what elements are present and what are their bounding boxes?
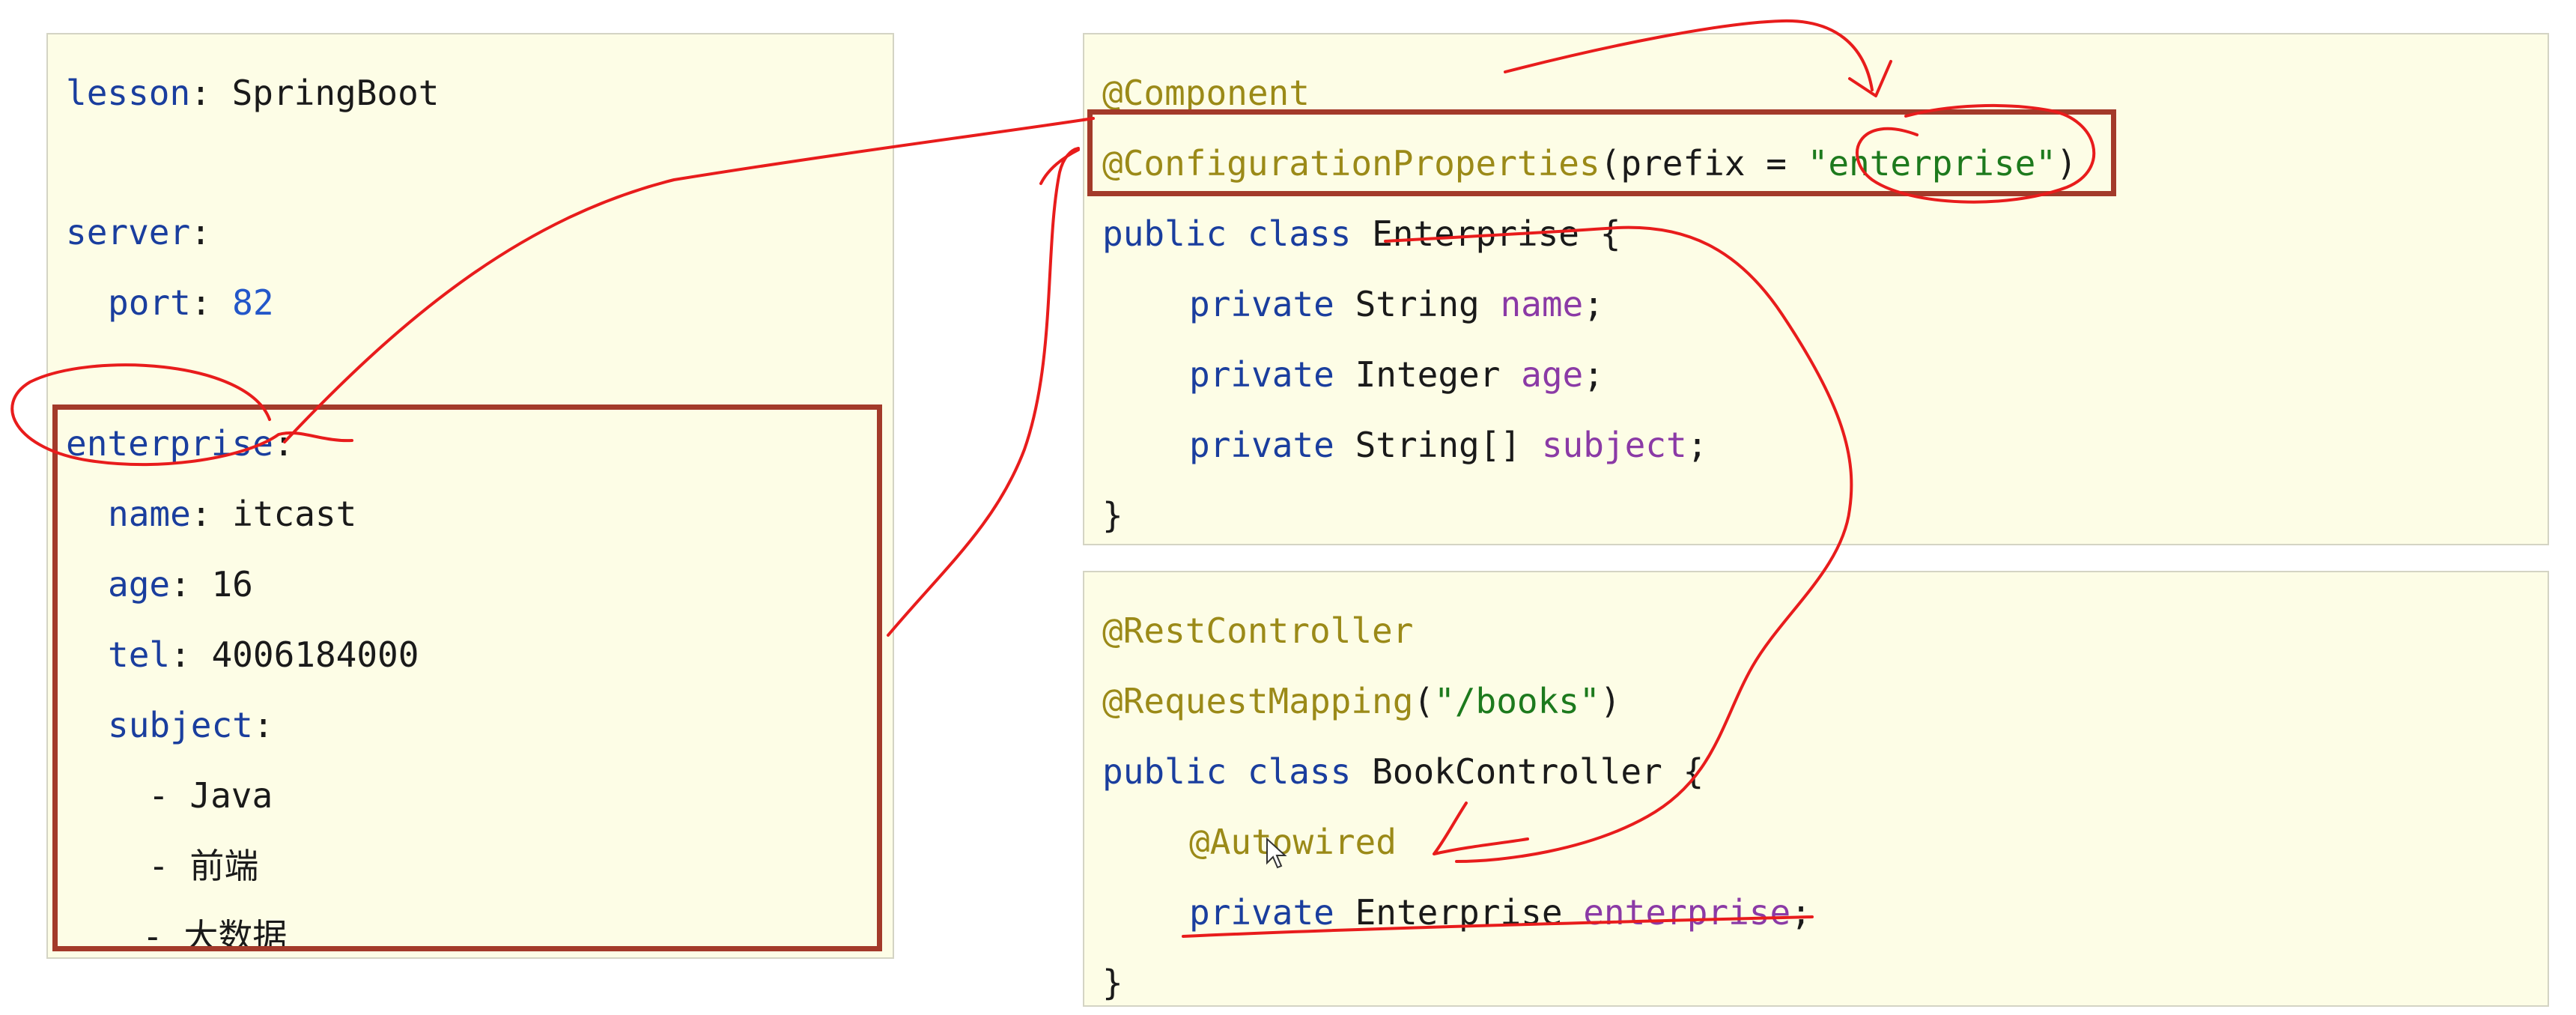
yaml-value: 82 [232,282,274,323]
annotation: @Component [1102,73,1310,113]
yaml-line-port: port: 82 [108,282,274,323]
code-line-field: private String name; [1189,284,1604,324]
mouse-cursor-icon [1266,837,1287,869]
yaml-box-to-config-curve [887,147,1080,637]
yaml-value: SpringBoot [231,73,440,113]
book-controller-panel: @RestController @RequestMapping("/books"… [1083,571,2549,1007]
yaml-key: lesson [66,73,191,113]
class-name: BookController [1372,751,1662,792]
yaml-key: port [108,282,191,323]
yaml-line-server: server: [66,212,211,252]
enterprise-yaml-highlight-box [52,405,882,951]
code-line-field: private String[] subject; [1189,425,1708,465]
yaml-key: server [66,212,191,252]
yaml-line-lesson: lesson: SpringBoot [66,73,440,113]
arrow-hook [1039,148,1080,185]
code-line-request-mapping: @RequestMapping("/books") [1102,681,1621,721]
code-line-class-decl: public class Enterprise { [1102,213,1621,254]
code-line-component: @Component [1102,70,1310,115]
annotation: @Autowired [1189,822,1397,862]
code-line-field: private Integer age; [1189,354,1604,395]
code-line-class-decl: public class BookController { [1102,751,1704,792]
configuration-properties-highlight-box [1087,109,2116,196]
code-line-close-brace: } [1102,495,1123,536]
code-line-autowired: @Autowired [1189,819,1397,864]
annotation: @RequestMapping [1102,681,1414,721]
annotation: @RestController [1102,610,1414,651]
code-line-injected-field: private Enterprise enterprise; [1189,892,1811,933]
code-line-close-brace: } [1102,963,1123,1003]
class-name: Enterprise [1372,213,1580,254]
code-line-rest-controller: @RestController [1102,608,1413,653]
